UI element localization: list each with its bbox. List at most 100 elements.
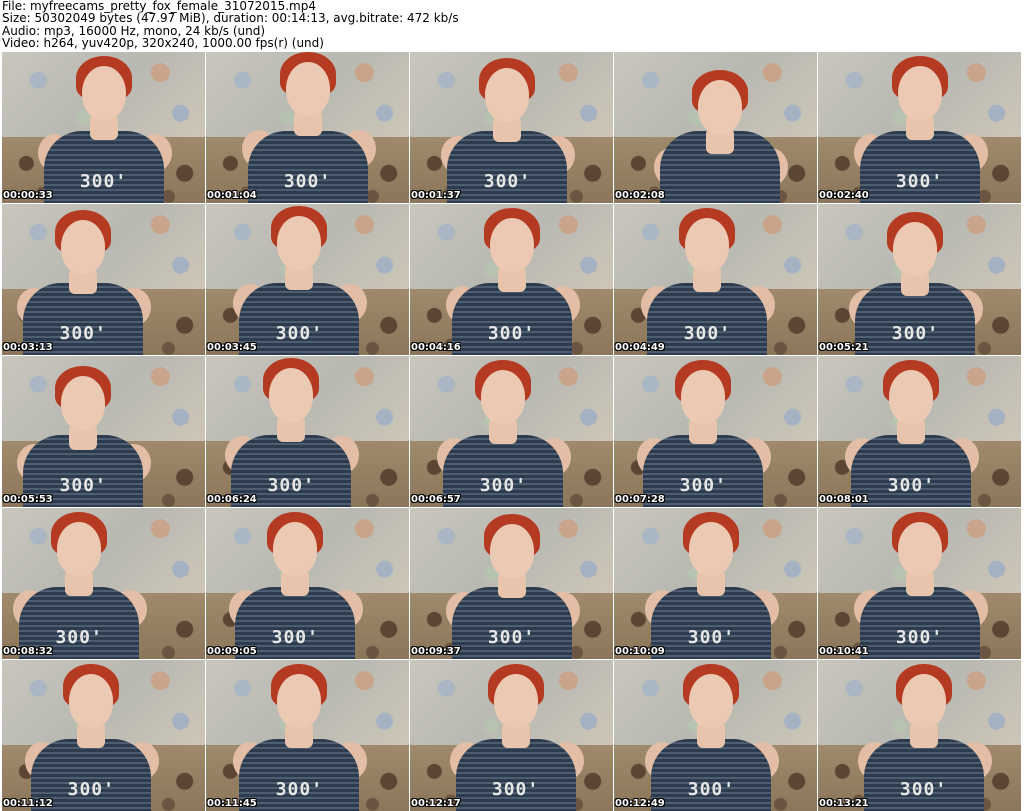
file-size-line: Size: 50302049 bytes (47.97 MiB), durati… bbox=[2, 11, 459, 26]
face bbox=[685, 218, 730, 272]
thumbnail-timestamp: 00:12:17 bbox=[411, 798, 461, 809]
video-thumbnail[interactable]: 300' 00:02:40 bbox=[818, 52, 1021, 203]
thumbnail-timestamp: 00:11:12 bbox=[3, 798, 53, 809]
shirt-print-text: 300' bbox=[891, 323, 940, 344]
video-thumbnail[interactable]: 300' 00:04:16 bbox=[410, 204, 613, 355]
video-thumbnail[interactable]: 300' 00:01:04 bbox=[206, 52, 409, 203]
shirt-print-text: 300' bbox=[275, 779, 324, 800]
thumbnail-timestamp: 00:05:53 bbox=[3, 494, 53, 505]
shirt-print-text: 300' bbox=[483, 171, 532, 192]
thumbnail-timestamp: 00:01:37 bbox=[411, 190, 461, 201]
shirt-print-text: 300' bbox=[79, 171, 128, 192]
person-figure: 300' bbox=[206, 508, 409, 659]
person-figure: 300' bbox=[818, 204, 1021, 355]
video-thumbnail[interactable]: 00:02:08 bbox=[614, 52, 817, 203]
person-figure: 300' bbox=[818, 356, 1021, 507]
face bbox=[57, 522, 102, 576]
shirt-print-text: 300' bbox=[487, 323, 536, 344]
video-thumbnail[interactable]: 300' 00:08:32 bbox=[2, 508, 205, 659]
video-thumbnail[interactable]: 300' 00:09:05 bbox=[206, 508, 409, 659]
video-info-line: Video: h264, yuv420p, 320x240, 1000.00 f… bbox=[2, 36, 324, 50]
video-thumbnail[interactable]: 300' 00:03:13 bbox=[2, 204, 205, 355]
video-thumbnail[interactable]: 300' 00:12:49 bbox=[614, 660, 817, 811]
video-thumbnail[interactable]: 300' 00:11:12 bbox=[2, 660, 205, 811]
video-thumbnail[interactable]: 300' 00:05:21 bbox=[818, 204, 1021, 355]
thumbnail-timestamp: 00:05:21 bbox=[819, 342, 869, 353]
face bbox=[69, 674, 114, 728]
shirt-print-text: 300' bbox=[683, 323, 732, 344]
shirt-print-text: 300' bbox=[491, 779, 540, 800]
person-figure: 300' bbox=[410, 660, 613, 811]
thumbnail-timestamp: 00:04:16 bbox=[411, 342, 461, 353]
thumbnail-timestamp: 00:02:08 bbox=[615, 190, 665, 201]
video-thumbnail[interactable]: 300' 00:10:41 bbox=[818, 508, 1021, 659]
face bbox=[489, 524, 534, 578]
person-figure: 300' bbox=[614, 508, 817, 659]
video-thumbnail[interactable]: 300' 00:11:45 bbox=[206, 660, 409, 811]
person-figure: 300' bbox=[206, 660, 409, 811]
shirt-print-text: 300' bbox=[887, 475, 936, 496]
person-figure: 300' bbox=[410, 508, 613, 659]
person-figure: 300' bbox=[2, 508, 205, 659]
face bbox=[893, 222, 938, 276]
shirt-print-text: 300' bbox=[283, 171, 332, 192]
face bbox=[493, 674, 538, 728]
shirt-print-text: 300' bbox=[487, 627, 536, 648]
thumbnail-timestamp: 00:03:45 bbox=[207, 342, 257, 353]
face bbox=[269, 368, 314, 422]
shirt-print-text: 300' bbox=[895, 171, 944, 192]
face bbox=[901, 674, 946, 728]
video-thumbnail[interactable]: 300' 00:06:57 bbox=[410, 356, 613, 507]
face bbox=[897, 66, 942, 120]
face bbox=[889, 370, 934, 424]
thumbnail-timestamp: 00:03:13 bbox=[3, 342, 53, 353]
thumbnail-timestamp: 00:06:24 bbox=[207, 494, 257, 505]
file-info-header: File: myfreecams_pretty_fox_female_31072… bbox=[2, 0, 1022, 50]
thumbnail-timestamp: 00:07:28 bbox=[615, 494, 665, 505]
thumbnail-timestamp: 00:01:04 bbox=[207, 190, 257, 201]
thumbnail-timestamp: 00:12:49 bbox=[615, 798, 665, 809]
video-thumbnail[interactable]: 300' 00:05:53 bbox=[2, 356, 205, 507]
thumbnail-timestamp: 00:00:33 bbox=[3, 190, 53, 201]
video-thumbnail[interactable]: 300' 00:10:09 bbox=[614, 508, 817, 659]
person-figure: 300' bbox=[2, 660, 205, 811]
person-figure: 300' bbox=[818, 660, 1021, 811]
face bbox=[689, 674, 734, 728]
face bbox=[897, 522, 942, 576]
person-figure: 300' bbox=[818, 52, 1021, 203]
thumbnail-timestamp: 00:08:32 bbox=[3, 646, 53, 657]
thumbnail-timestamp: 00:13:21 bbox=[819, 798, 869, 809]
person-figure: 300' bbox=[614, 660, 817, 811]
face bbox=[273, 522, 318, 576]
video-thumbnail[interactable]: 300' 00:13:21 bbox=[818, 660, 1021, 811]
video-thumbnail[interactable]: 300' 00:07:28 bbox=[614, 356, 817, 507]
shirt-print-text: 300' bbox=[479, 475, 528, 496]
person-figure: 300' bbox=[614, 204, 817, 355]
face bbox=[689, 522, 734, 576]
shirt-print-text: 300' bbox=[275, 323, 324, 344]
shirt-print-text: 300' bbox=[895, 627, 944, 648]
video-thumbnail[interactable]: 300' 00:06:24 bbox=[206, 356, 409, 507]
thumbnail-timestamp: 00:09:05 bbox=[207, 646, 257, 657]
face bbox=[489, 218, 534, 272]
thumbnail-timestamp: 00:10:09 bbox=[615, 646, 665, 657]
person-figure: 300' bbox=[818, 508, 1021, 659]
person-figure: 300' bbox=[410, 52, 613, 203]
person-figure: 300' bbox=[2, 52, 205, 203]
video-thumbnail[interactable]: 300' 00:09:37 bbox=[410, 508, 613, 659]
person-figure: 300' bbox=[206, 356, 409, 507]
face bbox=[61, 220, 106, 274]
person-figure: 300' bbox=[410, 356, 613, 507]
face bbox=[277, 216, 322, 270]
face bbox=[81, 66, 126, 120]
video-thumbnail[interactable]: 300' 00:04:49 bbox=[614, 204, 817, 355]
video-thumbnail[interactable]: 300' 00:08:01 bbox=[818, 356, 1021, 507]
video-thumbnail[interactable]: 300' 00:12:17 bbox=[410, 660, 613, 811]
person-figure: 300' bbox=[2, 204, 205, 355]
video-thumbnail[interactable]: 300' 00:00:33 bbox=[2, 52, 205, 203]
video-thumbnail[interactable]: 300' 00:03:45 bbox=[206, 204, 409, 355]
person-figure: 300' bbox=[206, 52, 409, 203]
thumbnail-timestamp: 00:10:41 bbox=[819, 646, 869, 657]
person-figure bbox=[614, 52, 817, 203]
video-thumbnail[interactable]: 300' 00:01:37 bbox=[410, 52, 613, 203]
